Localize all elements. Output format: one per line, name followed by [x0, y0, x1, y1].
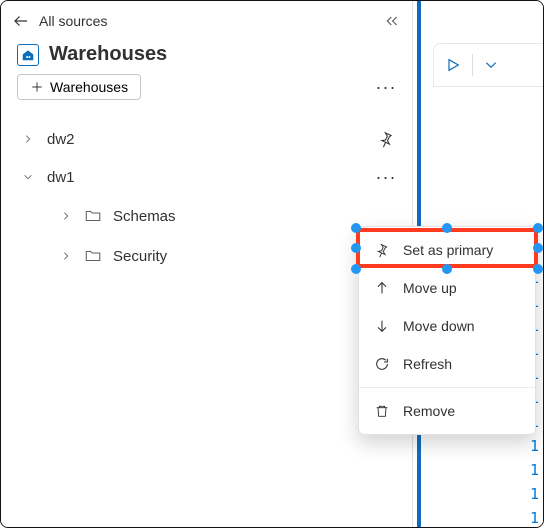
context-menu: Set as primary Move up Move down Refresh… [358, 226, 536, 435]
tree-item-security[interactable]: Security [59, 236, 400, 276]
tree: dw2 dw1 ··· [1, 112, 412, 276]
plus-icon [30, 80, 44, 94]
divider [359, 387, 535, 388]
ctx-item-label: Remove [403, 403, 455, 419]
page-heading: Warehouses [1, 37, 412, 74]
folder-icon [83, 207, 103, 225]
sidebar: All sources Warehouses [1, 1, 413, 527]
tree-item-label: Security [113, 248, 400, 265]
chevron-right-icon [21, 131, 35, 147]
trash-icon [373, 402, 391, 420]
tree-item-label: Schemas [113, 208, 400, 225]
page-title: Warehouses [49, 43, 167, 66]
refresh-icon [373, 355, 391, 373]
tree-item-dw2[interactable]: dw2 [21, 120, 400, 158]
toolbar: Warehouses ··· [1, 74, 412, 112]
ctx-item-label: Move up [403, 280, 457, 296]
tree-children: Schemas Security [21, 196, 400, 276]
pin-icon [373, 241, 391, 259]
add-warehouse-button[interactable]: Warehouses [17, 74, 141, 100]
run-dropdown-button[interactable] [481, 55, 501, 75]
tree-item-schemas[interactable]: Schemas [59, 196, 400, 236]
divider [472, 54, 473, 76]
warehouse-icon [17, 44, 39, 66]
add-button-label: Warehouses [50, 79, 128, 95]
run-button[interactable] [442, 54, 464, 76]
tree-item-label: dw2 [47, 131, 360, 148]
run-toolbar [433, 43, 543, 87]
arrow-down-icon [373, 317, 391, 335]
chevron-right-icon [59, 248, 73, 264]
ctx-refresh[interactable]: Refresh [359, 345, 535, 383]
tree-item-label: dw1 [47, 169, 360, 186]
ctx-item-label: Refresh [403, 356, 452, 372]
collapse-panel-icon[interactable] [382, 11, 402, 31]
ctx-move-up[interactable]: Move up [359, 269, 535, 307]
ctx-set-as-primary[interactable]: Set as primary [359, 231, 535, 269]
ctx-item-label: Move down [403, 318, 475, 334]
ctx-remove[interactable]: Remove [359, 392, 535, 430]
ctx-move-down[interactable]: Move down [359, 307, 535, 345]
tree-item-dw1[interactable]: dw1 ··· [21, 158, 400, 196]
pin-icon[interactable] [372, 130, 400, 148]
breadcrumb: All sources [1, 1, 412, 37]
breadcrumb-label[interactable]: All sources [39, 13, 374, 29]
chevron-down-icon [21, 169, 35, 185]
folder-icon [83, 247, 103, 265]
arrow-up-icon [373, 279, 391, 297]
chevron-right-icon [59, 208, 73, 224]
ctx-item-label: Set as primary [403, 242, 493, 258]
back-arrow-icon[interactable] [11, 11, 31, 31]
more-actions-icon[interactable]: ··· [372, 165, 400, 189]
more-actions-button[interactable]: ··· [372, 75, 400, 99]
